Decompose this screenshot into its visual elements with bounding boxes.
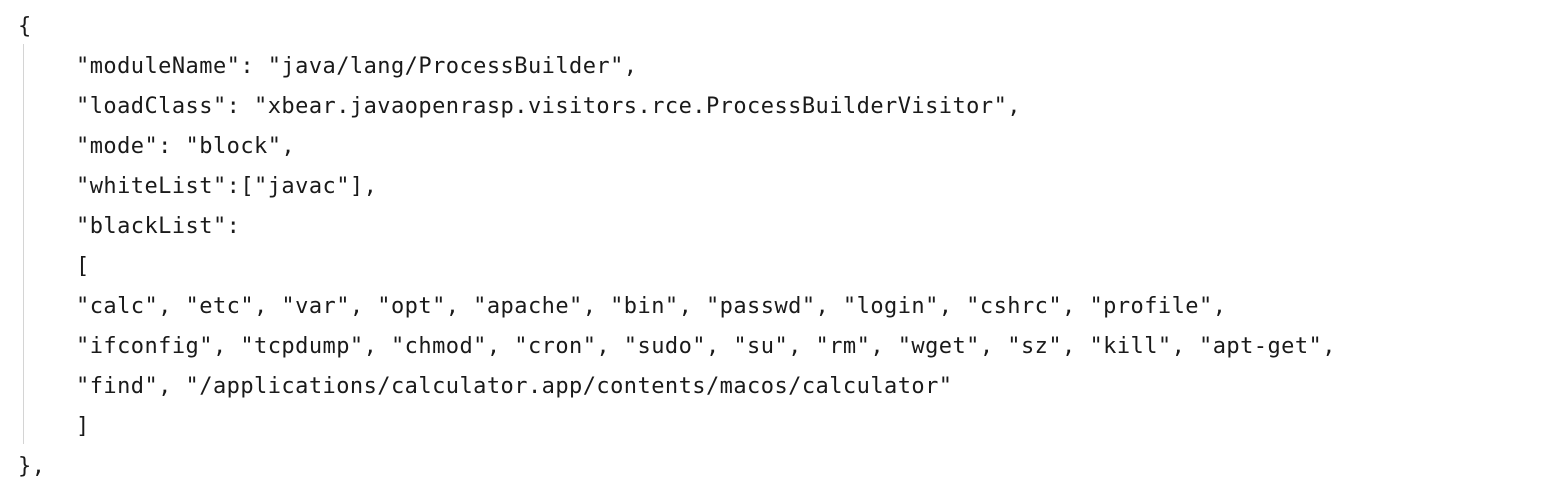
code-line-module-name: "moduleName": "java/lang/ProcessBuilder"… [76, 54, 638, 79]
code-line-open-brace: { [18, 14, 32, 39]
code-line-black-list-key: "blackList": [76, 214, 241, 239]
code-line-black-list-items-1: "calc", "etc", "var", "opt", "apache", "… [76, 294, 1227, 319]
code-line-white-list: "whiteList":["javac"], [76, 174, 378, 199]
code-line-array-close: ] [76, 414, 90, 439]
code-line-black-list-items-3: "find", "/applications/calculator.app/co… [76, 374, 953, 399]
code-line-load-class: "loadClass": "xbear.javaopenrasp.visitor… [76, 94, 1021, 119]
indent-guide [23, 44, 24, 444]
code-editor[interactable]: { "moduleName": "java/lang/ProcessBuilde… [0, 0, 1568, 488]
code-line-array-open: [ [76, 254, 90, 279]
code-line-mode: "mode": "block", [76, 134, 296, 159]
code-line-close-brace: }, [18, 454, 46, 479]
code-line-black-list-items-2: "ifconfig", "tcpdump", "chmod", "cron", … [76, 334, 1336, 359]
